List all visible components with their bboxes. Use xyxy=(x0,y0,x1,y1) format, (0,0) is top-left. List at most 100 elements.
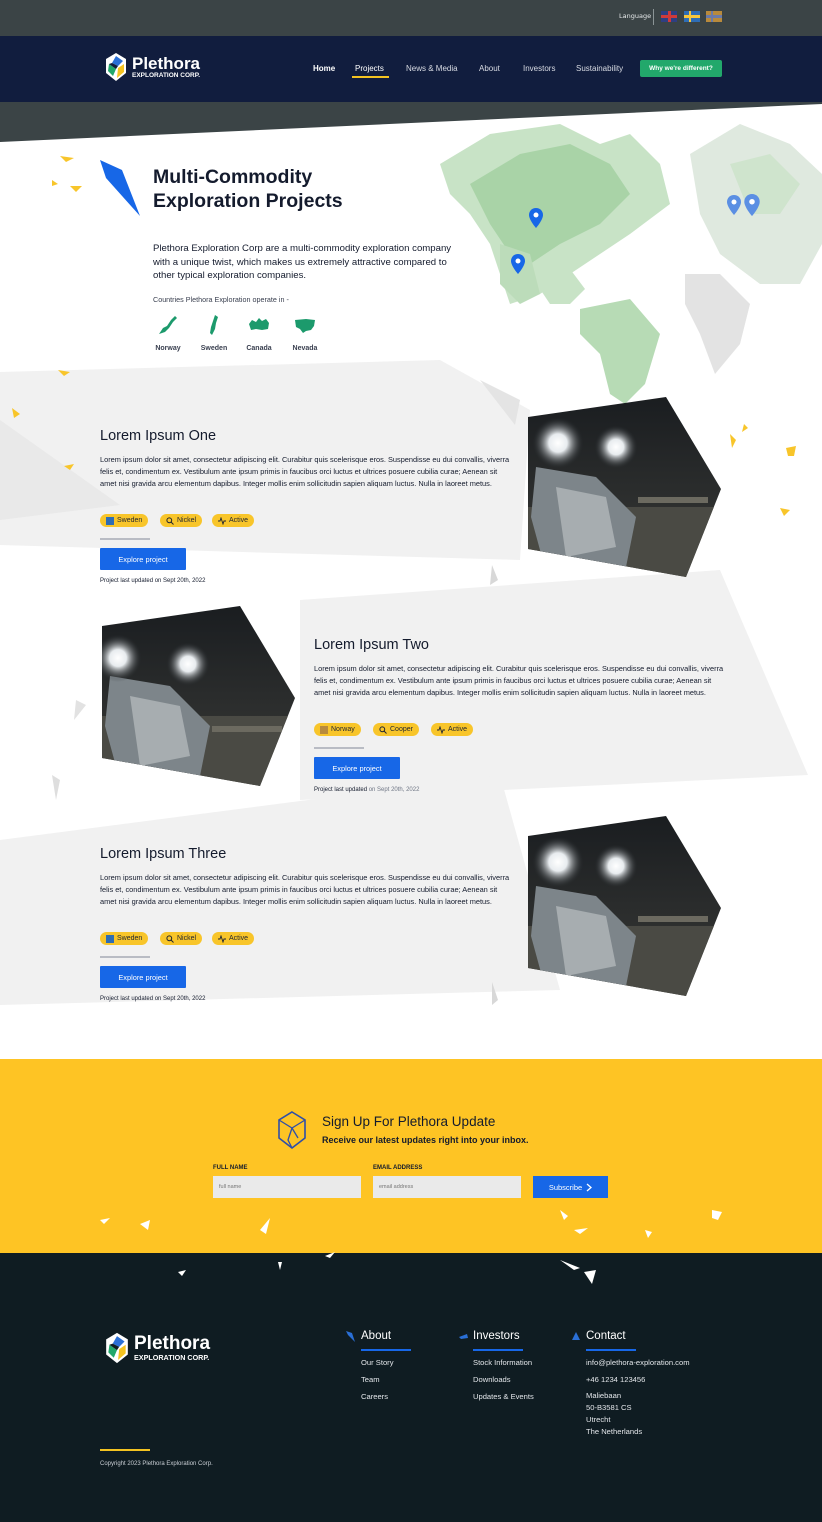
brand-name: Plethora xyxy=(132,53,201,73)
footer-investors-title: Investors xyxy=(473,1330,520,1342)
nav-logo[interactable]: Plethora EXPLORATION CORP. xyxy=(104,52,200,82)
nav-about[interactable]: About xyxy=(479,64,500,73)
footer-contact-email[interactable]: info@plethora-exploration.com xyxy=(586,1358,690,1367)
project-title: Lorem Ipsum Two xyxy=(314,637,429,653)
sweden-flag-icon xyxy=(106,516,114,525)
country-name: Nevada xyxy=(292,345,318,352)
tag-status[interactable]: Active xyxy=(212,514,255,527)
last-updated: Project last updated on Sept 20th, 2022 xyxy=(100,996,205,1002)
chevron-right-icon xyxy=(586,1183,593,1191)
explore-project-button[interactable]: Explore project xyxy=(100,966,186,988)
country-name: Canada xyxy=(246,345,272,352)
footer-link-team[interactable]: Team xyxy=(361,1375,380,1384)
hero-accent-shard-icon xyxy=(100,160,140,216)
footer-link-careers[interactable]: Careers xyxy=(361,1392,388,1401)
project-description: Lorem ipsum dolor sit amet, consectetur … xyxy=(100,873,510,906)
country-nevada[interactable]: Nevada xyxy=(285,314,325,352)
nav-investors[interactable]: Investors xyxy=(523,64,555,73)
norway-flag-icon[interactable] xyxy=(706,11,722,22)
project-title: Lorem Ipsum Three xyxy=(100,846,227,862)
brand-subtitle: EXPLORATION CORP. xyxy=(134,1353,210,1363)
country-canada[interactable]: Canada xyxy=(239,314,279,352)
nav-news-media[interactable]: News & Media xyxy=(406,64,458,73)
explore-project-button[interactable]: Explore project xyxy=(314,757,400,779)
norway-map-icon xyxy=(159,316,177,334)
footer-shards xyxy=(100,1210,722,1284)
explore-project-button[interactable]: Explore project xyxy=(100,548,186,570)
tag-country[interactable]: Sweden xyxy=(100,932,149,945)
tag-label: Sweden xyxy=(117,935,143,942)
footer-contact-title: Contact xyxy=(586,1330,626,1342)
sweden-flag-icon xyxy=(106,934,114,943)
subscribe-button[interactable]: Subscribe xyxy=(533,1176,608,1198)
map-pin-icon[interactable] xyxy=(511,254,525,274)
footer-contact-underline xyxy=(586,1349,636,1351)
tag-status[interactable]: Active xyxy=(212,932,255,945)
nav-home[interactable]: Home xyxy=(313,64,335,73)
tag-mineral[interactable]: Nickel xyxy=(160,932,203,945)
countries-label: Countries Plethora Exploration operate i… xyxy=(153,295,289,304)
search-icon xyxy=(166,516,174,525)
map-pin-icon[interactable] xyxy=(529,208,543,228)
sweden-flag-icon[interactable] xyxy=(684,11,700,22)
map-pin-icon[interactable] xyxy=(744,194,760,216)
copyright-text: Copyright 2023 Plethora Exploration Corp… xyxy=(100,1461,213,1467)
footer-link-our-story[interactable]: Our Story xyxy=(361,1358,394,1367)
tag-status[interactable]: Active xyxy=(431,723,474,736)
project-photo xyxy=(102,606,295,786)
tag-mineral[interactable]: Cooper xyxy=(373,723,419,736)
last-updated: Project last updated on Sept 20th, 2022 xyxy=(100,578,205,584)
uk-flag-icon[interactable] xyxy=(661,11,677,22)
tag-label: Sweden xyxy=(117,517,143,524)
updated-prefix: Project last updated on xyxy=(100,996,162,1002)
last-updated: Project last updated on Sept 20th, 2022 xyxy=(314,787,419,793)
newsletter-title: Sign Up For Plethora Update xyxy=(322,1114,496,1129)
nav-sustainability[interactable]: Sustainability xyxy=(576,64,623,73)
map-pin-icon[interactable] xyxy=(727,195,741,215)
footer-link-downloads[interactable]: Downloads xyxy=(473,1375,511,1384)
tag-label: Nickel xyxy=(177,935,197,942)
footer-about-underline xyxy=(361,1349,411,1351)
search-icon xyxy=(166,934,174,943)
tag-mineral[interactable]: Nickel xyxy=(160,514,203,527)
tag-label: Nickel xyxy=(177,517,197,524)
divider xyxy=(100,538,150,540)
updated-date: Sept 20th, 2022 xyxy=(163,996,206,1002)
language-divider xyxy=(653,9,654,25)
project-description: Lorem ipsum dolor sit amet, consectetur … xyxy=(100,455,510,488)
newsletter-logo-icon xyxy=(278,1111,306,1150)
country-norway[interactable]: Norway xyxy=(148,314,188,352)
updated-date: on Sept 20th, 2022 xyxy=(368,787,420,793)
hero-description: Plethora Exploration Corp are a multi-co… xyxy=(153,243,452,281)
language-label: Language xyxy=(619,12,652,20)
brand-subtitle: EXPLORATION CORP. xyxy=(132,71,201,79)
subscribe-label: Subscribe xyxy=(548,1182,583,1192)
about-accent-icon xyxy=(346,1331,355,1342)
country-sweden[interactable]: Sweden xyxy=(194,314,234,352)
sweden-map-icon xyxy=(210,315,218,335)
tag-label: Active xyxy=(448,726,468,733)
tag-country[interactable]: Sweden xyxy=(100,514,149,527)
footer-about-title: About xyxy=(361,1330,392,1342)
footer-link-updates-events[interactable]: Updates & Events xyxy=(473,1392,534,1401)
tag-label: Cooper xyxy=(390,726,413,733)
contact-accent-icon xyxy=(572,1332,580,1340)
nav-projects[interactable]: Projects xyxy=(355,64,384,73)
divider xyxy=(100,956,150,958)
full-name-input[interactable] xyxy=(213,1176,361,1198)
footer-link-stock-information[interactable]: Stock Information xyxy=(473,1358,532,1367)
tag-country[interactable]: Norway xyxy=(314,723,361,736)
footer-contact-address: Maliebaan 50-B3581 CS Utrecht The Nether… xyxy=(586,1391,643,1436)
activity-icon xyxy=(218,934,226,943)
footer-contact-phone[interactable]: +46 1234 123456 xyxy=(586,1375,645,1384)
tag-label: Active xyxy=(229,517,249,524)
canada-map-icon xyxy=(249,318,269,330)
world-map xyxy=(440,124,822,404)
email-input[interactable] xyxy=(373,1176,521,1198)
why-different-button[interactable]: Why we're different? xyxy=(640,60,722,77)
footer-logo[interactable]: Plethora EXPLORATION CORP. xyxy=(104,1331,210,1365)
email-label: EMAIL ADDRESS xyxy=(373,1165,423,1171)
country-name: Sweden xyxy=(200,345,228,352)
logo-mark-icon xyxy=(106,1332,128,1364)
logo-mark-icon xyxy=(106,53,126,81)
